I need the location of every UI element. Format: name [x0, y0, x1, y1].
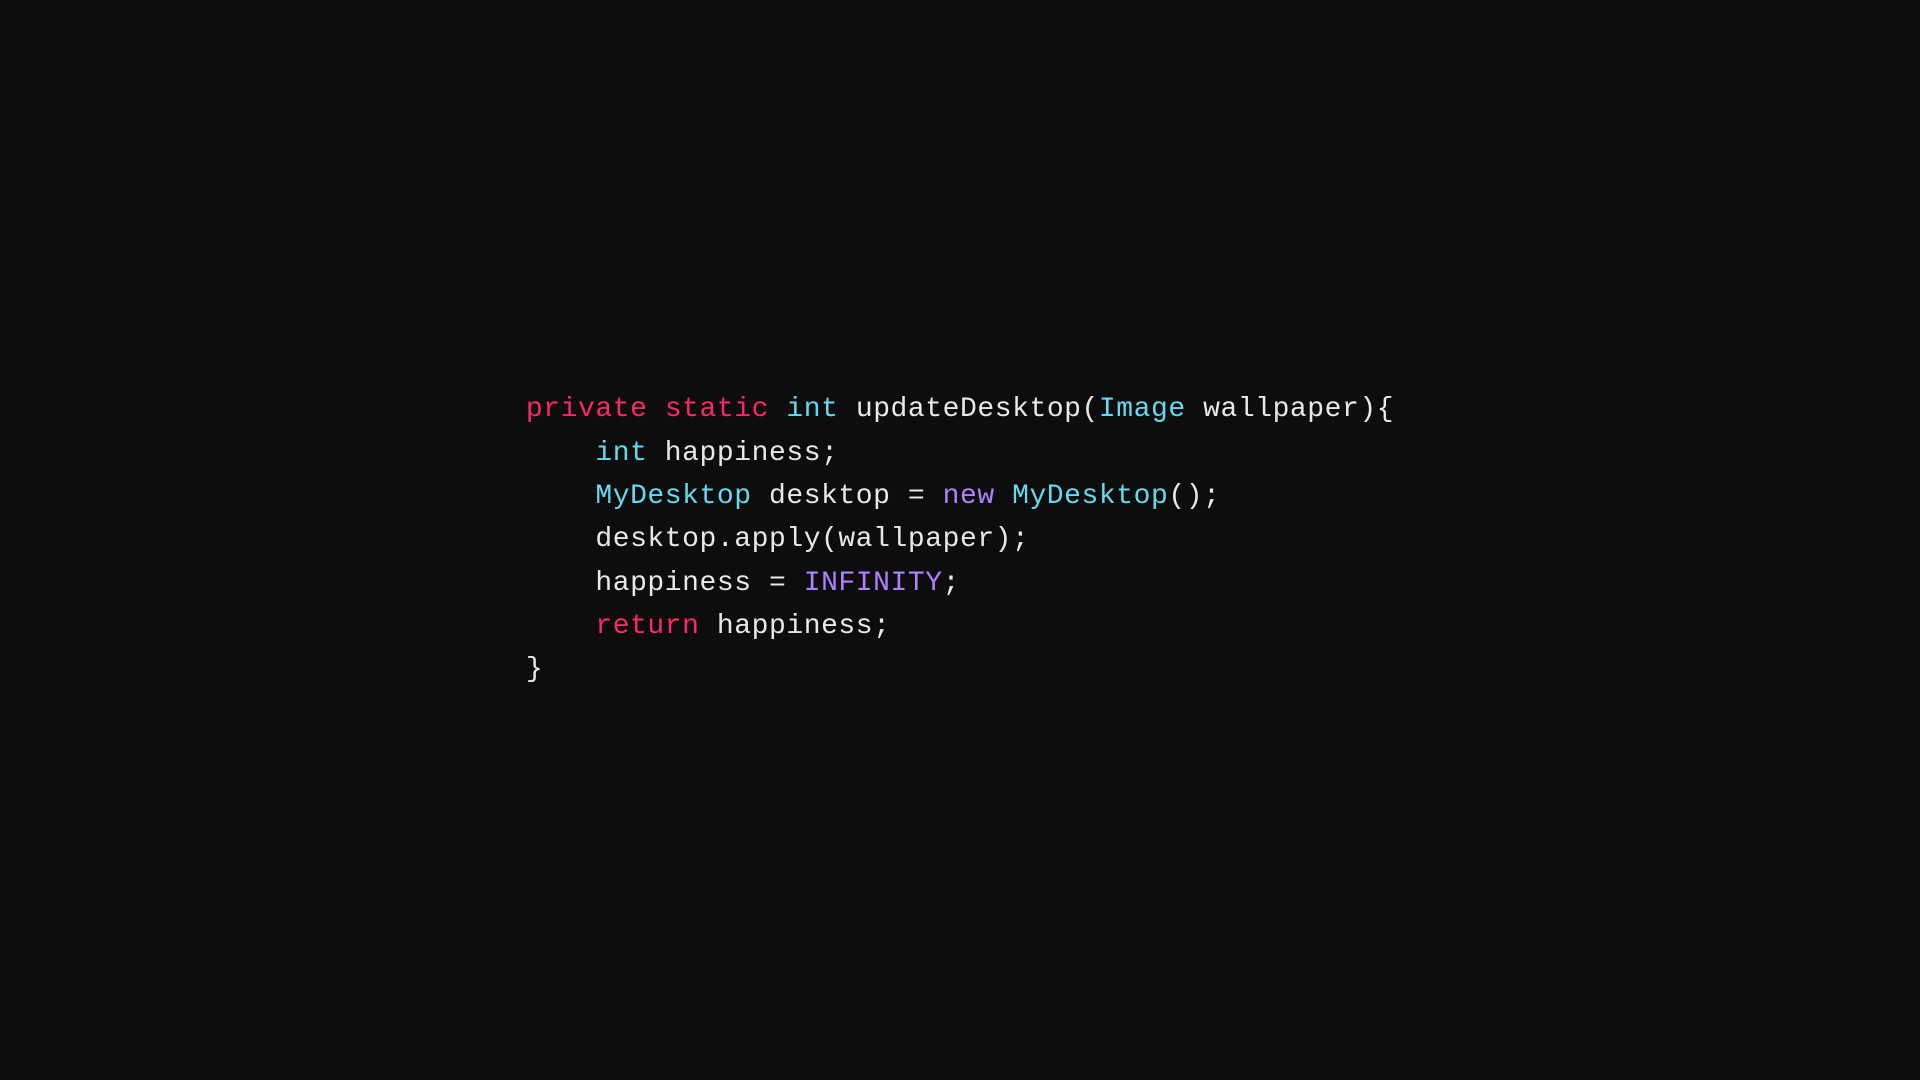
code-token	[995, 481, 1012, 512]
code-token: static	[665, 394, 769, 425]
code-token: ();	[1168, 481, 1220, 512]
code-token: desktop =	[752, 481, 943, 512]
code-line: return happiness;	[526, 605, 1394, 648]
code-token: MyDesktop	[595, 481, 751, 512]
code-token: wallpaper){	[1186, 394, 1394, 425]
code-line: desktop.apply(wallpaper);	[526, 518, 1394, 561]
code-token: desktop.apply(wallpaper);	[526, 524, 1030, 555]
code-token	[647, 394, 664, 425]
code-token: private	[526, 394, 648, 425]
code-token: happiness;	[647, 438, 838, 469]
code-token: MyDesktop	[1012, 481, 1168, 512]
code-line: int happiness;	[526, 432, 1394, 475]
code-token: int	[595, 438, 647, 469]
code-token	[526, 481, 595, 512]
code-line: MyDesktop desktop = new MyDesktop();	[526, 475, 1394, 518]
code-line: happiness = INFINITY;	[526, 562, 1394, 605]
code-token: new	[943, 481, 995, 512]
code-token: happiness;	[700, 611, 891, 642]
code-token: happiness =	[526, 568, 804, 599]
code-token	[526, 438, 595, 469]
code-token: updateDesktop(	[838, 394, 1098, 425]
code-token: return	[595, 611, 699, 642]
code-token	[526, 611, 595, 642]
code-token: }	[526, 654, 543, 685]
code-token: ;	[943, 568, 960, 599]
code-line: }	[526, 648, 1394, 691]
code-token	[769, 394, 786, 425]
code-line: private static int updateDesktop(Image w…	[526, 388, 1394, 431]
code-token: INFINITY	[804, 568, 943, 599]
code-token: int	[786, 394, 838, 425]
code-token: Image	[1099, 394, 1186, 425]
code-block: private static int updateDesktop(Image w…	[526, 388, 1394, 692]
